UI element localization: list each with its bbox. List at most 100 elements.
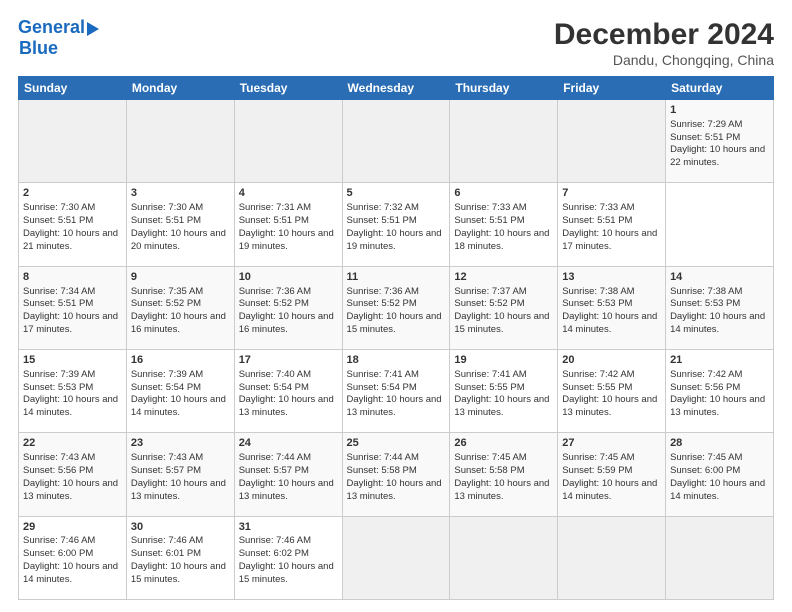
day-number: 4 bbox=[239, 186, 338, 201]
daylight: Daylight: 10 hours and 14 minutes. bbox=[562, 311, 657, 335]
sunset: Sunset: 5:58 PM bbox=[347, 465, 417, 476]
sunrise: Sunrise: 7:43 AM bbox=[131, 452, 203, 463]
day-number: 29 bbox=[23, 520, 122, 535]
header: General Blue December 2024 Dandu, Chongq… bbox=[18, 18, 774, 68]
sunrise: Sunrise: 7:36 AM bbox=[239, 286, 311, 297]
day-number: 12 bbox=[454, 270, 553, 285]
page: General Blue December 2024 Dandu, Chongq… bbox=[0, 0, 792, 612]
sunset: Sunset: 5:52 PM bbox=[131, 298, 201, 309]
daylight: Daylight: 10 hours and 13 minutes. bbox=[239, 394, 334, 418]
calendar-cell bbox=[342, 100, 450, 183]
day-number: 8 bbox=[23, 270, 122, 285]
sunset: Sunset: 5:51 PM bbox=[454, 215, 524, 226]
sunset: Sunset: 5:57 PM bbox=[239, 465, 309, 476]
col-friday: Friday bbox=[558, 77, 666, 100]
day-number: 23 bbox=[131, 436, 230, 451]
sunrise: Sunrise: 7:46 AM bbox=[131, 535, 203, 546]
daylight: Daylight: 10 hours and 15 minutes. bbox=[239, 561, 334, 585]
sunrise: Sunrise: 7:33 AM bbox=[454, 202, 526, 213]
calendar-cell: 14Sunrise: 7:38 AMSunset: 5:53 PMDayligh… bbox=[666, 266, 774, 349]
calendar-week-4: 22 Sunrise: 7:43 AM Sunset: 5:56 PM Dayligh… bbox=[19, 433, 774, 516]
sunrise: Sunrise: 7:42 AM bbox=[562, 369, 634, 380]
sunset: Sunset: 6:01 PM bbox=[131, 548, 201, 559]
day-number: 31 bbox=[239, 520, 338, 535]
logo-arrow-icon bbox=[87, 22, 99, 36]
sunset: Sunset: 5:56 PM bbox=[670, 382, 740, 393]
sunrise: Sunrise: 7:41 AM bbox=[454, 369, 526, 380]
day-number: 30 bbox=[131, 520, 230, 535]
header-row: Sunday Monday Tuesday Wednesday Thursday… bbox=[19, 77, 774, 100]
daylight: Daylight: 10 hours and 22 minutes. bbox=[670, 144, 765, 168]
calendar-cell: 24Sunrise: 7:44 AMSunset: 5:57 PMDayligh… bbox=[234, 433, 342, 516]
calendar-cell: 29Sunrise: 7:46 AM Sunset: 6:00 PM Dayligh… bbox=[19, 516, 127, 599]
calendar-cell: 11Sunrise: 7:36 AMSunset: 5:52 PMDayligh… bbox=[342, 266, 450, 349]
daylight: Daylight: 10 hours and 14 minutes. bbox=[23, 561, 118, 585]
sunset: Sunset: 5:51 PM bbox=[239, 215, 309, 226]
calendar-table: Sunday Monday Tuesday Wednesday Thursday… bbox=[18, 76, 774, 600]
sunrise: Sunrise: 7:38 AM bbox=[562, 286, 634, 297]
col-sunday: Sunday bbox=[19, 77, 127, 100]
sunrise: Sunrise: 7:38 AM bbox=[670, 286, 742, 297]
col-monday: Monday bbox=[126, 77, 234, 100]
calendar-cell: 18Sunrise: 7:41 AMSunset: 5:54 PMDayligh… bbox=[342, 349, 450, 432]
sunset: Sunset: 5:54 PM bbox=[239, 382, 309, 393]
sunset: Sunset: 5:51 PM bbox=[131, 215, 201, 226]
daylight: Daylight: 10 hours and 17 minutes. bbox=[562, 228, 657, 252]
sunset: Sunset: 5:51 PM bbox=[347, 215, 417, 226]
sunrise: Sunrise: 7:30 AM bbox=[131, 202, 203, 213]
sunset: Sunset: 5:51 PM bbox=[670, 132, 740, 143]
day-number: 3 bbox=[131, 186, 230, 201]
calendar-cell: 8Sunrise: 7:34 AMSunset: 5:51 PMDaylight… bbox=[19, 266, 127, 349]
daylight: Daylight: 10 hours and 13 minutes. bbox=[562, 394, 657, 418]
daylight: Daylight: 10 hours and 14 minutes. bbox=[670, 478, 765, 502]
sunrise: Sunrise: 7:37 AM bbox=[454, 286, 526, 297]
calendar-cell: 15Sunrise: 7:39 AMSunset: 5:53 PMDayligh… bbox=[19, 349, 127, 432]
sunset: Sunset: 5:56 PM bbox=[23, 465, 93, 476]
daylight: Daylight: 10 hours and 15 minutes. bbox=[131, 561, 226, 585]
calendar-cell: 1Sunrise: 7:29 AMSunset: 5:51 PMDaylight… bbox=[666, 100, 774, 183]
sunrise: Sunrise: 7:33 AM bbox=[562, 202, 634, 213]
day-number: 22 bbox=[23, 436, 122, 451]
daylight: Daylight: 10 hours and 18 minutes. bbox=[454, 228, 549, 252]
daylight: Daylight: 10 hours and 13 minutes. bbox=[239, 478, 334, 502]
day-number: 7 bbox=[562, 186, 661, 201]
calendar-cell: 23Sunrise: 7:43 AMSunset: 5:57 PMDayligh… bbox=[126, 433, 234, 516]
calendar-cell: 4Sunrise: 7:31 AMSunset: 5:51 PMDaylight… bbox=[234, 183, 342, 266]
calendar-cell bbox=[19, 100, 127, 183]
calendar-cell: 30Sunrise: 7:46 AM Sunset: 6:01 PM Dayligh… bbox=[126, 516, 234, 599]
calendar-cell: 28Sunrise: 7:45 AMSunset: 6:00 PMDayligh… bbox=[666, 433, 774, 516]
calendar-cell: 17Sunrise: 7:40 AMSunset: 5:54 PMDayligh… bbox=[234, 349, 342, 432]
day-number: 1 bbox=[670, 103, 769, 118]
calendar-cell: 25Sunrise: 7:44 AMSunset: 5:58 PMDayligh… bbox=[342, 433, 450, 516]
sunset: Sunset: 5:52 PM bbox=[347, 298, 417, 309]
logo-blue-text: Blue bbox=[19, 38, 58, 59]
daylight: Daylight: 10 hours and 13 minutes. bbox=[347, 478, 442, 502]
daylight: Daylight: 10 hours and 13 minutes. bbox=[131, 478, 226, 502]
calendar-week-1: 2Sunrise: 7:30 AMSunset: 5:51 PMDaylight… bbox=[19, 183, 774, 266]
sunrise: Sunrise: 7:32 AM bbox=[347, 202, 419, 213]
sunrise: Sunrise: 7:45 AM bbox=[562, 452, 634, 463]
sunset: Sunset: 5:51 PM bbox=[562, 215, 632, 226]
sunset: Sunset: 6:02 PM bbox=[239, 548, 309, 559]
calendar-cell: 26Sunrise: 7:45 AMSunset: 5:58 PMDayligh… bbox=[450, 433, 558, 516]
title-block: December 2024 Dandu, Chongqing, China bbox=[554, 18, 774, 68]
day-number: 17 bbox=[239, 353, 338, 368]
day-number: 26 bbox=[454, 436, 553, 451]
sunrise: Sunrise: 7:30 AM bbox=[23, 202, 95, 213]
calendar-week-5: 29Sunrise: 7:46 AMSunset: 6:00 PMDayligh… bbox=[19, 516, 774, 599]
sunset: Sunset: 6:00 PM bbox=[23, 548, 93, 559]
daylight: Daylight: 10 hours and 13 minutes. bbox=[23, 478, 118, 502]
daylight: Daylight: 10 hours and 13 minutes. bbox=[454, 478, 549, 502]
daylight: Daylight: 10 hours and 15 minutes. bbox=[347, 311, 442, 335]
calendar-title: December 2024 bbox=[554, 18, 774, 52]
sunrise: Sunrise: 7:34 AM bbox=[23, 286, 95, 297]
calendar-week-2: 8Sunrise: 7:34 AMSunset: 5:51 PM Daylight… bbox=[19, 266, 774, 349]
sunrise: Sunrise: 7:46 AM bbox=[23, 535, 95, 546]
daylight: Daylight: 10 hours and 13 minutes. bbox=[454, 394, 549, 418]
logo-text: General bbox=[18, 18, 85, 38]
sunset: Sunset: 5:59 PM bbox=[562, 465, 632, 476]
calendar-cell bbox=[234, 100, 342, 183]
day-number: 5 bbox=[347, 186, 446, 201]
calendar-cell: 20Sunrise: 7:42 AMSunset: 5:55 PMDayligh… bbox=[558, 349, 666, 432]
sunset: Sunset: 5:51 PM bbox=[23, 298, 93, 309]
